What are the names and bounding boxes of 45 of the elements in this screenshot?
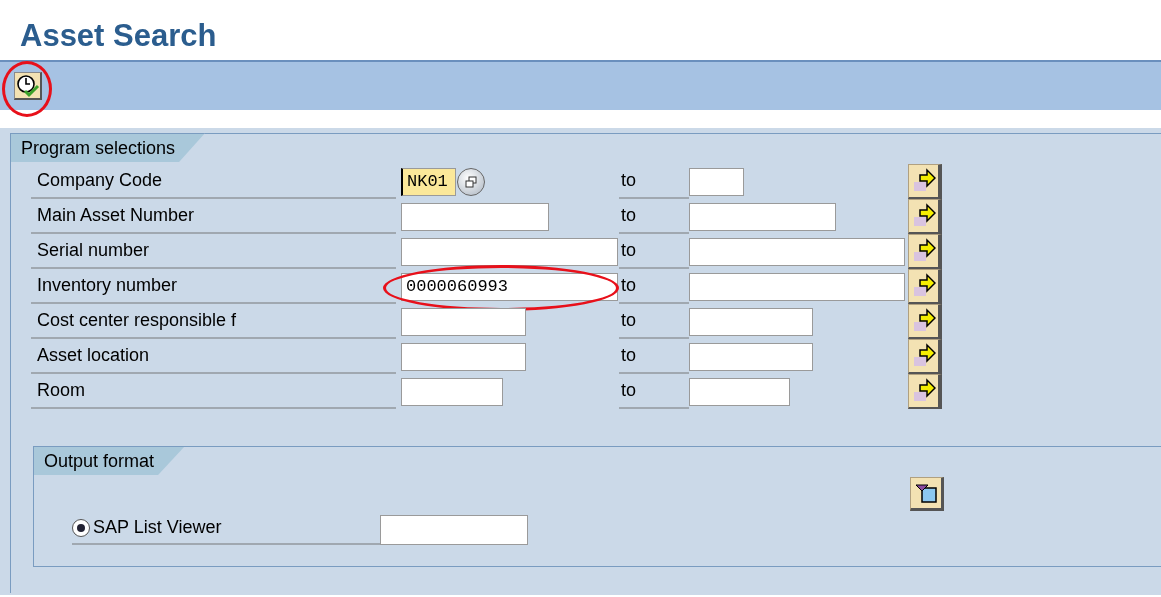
radio-button[interactable] <box>72 518 90 537</box>
input-field[interactable] <box>689 307 813 336</box>
page-title: Asset Search <box>20 18 217 54</box>
multiple-selection-button[interactable] <box>908 199 942 234</box>
input-field[interactable] <box>401 307 526 336</box>
multiple-selection-button[interactable] <box>908 164 942 199</box>
input-field[interactable] <box>689 377 790 406</box>
window-icon <box>914 482 938 504</box>
search-help-button[interactable] <box>457 167 485 196</box>
multiple-selection-button[interactable] <box>908 304 942 339</box>
input-field[interactable] <box>689 272 905 301</box>
input-field[interactable] <box>689 202 836 231</box>
input-field[interactable]: 0000060993 <box>401 272 618 301</box>
field-label: Inventory number <box>31 269 396 304</box>
input-field[interactable] <box>401 237 618 266</box>
input-field[interactable] <box>401 342 526 371</box>
input-field[interactable] <box>401 202 549 231</box>
input-field[interactable] <box>689 237 905 266</box>
layout-button[interactable] <box>910 477 944 511</box>
multiple-selection-button[interactable] <box>908 234 942 269</box>
arrow-icon <box>911 378 936 404</box>
field-label: Company Code <box>31 164 396 199</box>
arrow-icon <box>911 343 936 369</box>
input-field[interactable] <box>380 515 528 545</box>
input-field[interactable] <box>689 167 744 196</box>
arrow-icon <box>911 203 936 229</box>
arrow-icon <box>911 168 936 194</box>
execute-button[interactable] <box>14 72 42 100</box>
input-field[interactable] <box>689 342 813 371</box>
multiple-selection-button[interactable] <box>908 374 942 409</box>
multiple-selection-button[interactable] <box>908 339 942 374</box>
arrow-icon <box>911 308 936 334</box>
field-label: Room <box>31 374 396 409</box>
field-label: Asset location <box>31 339 396 374</box>
arrow-icon <box>911 273 936 299</box>
input-field[interactable] <box>401 377 503 406</box>
option-label: SAP List Viewer <box>93 517 222 538</box>
field-label: Serial number <box>31 234 396 269</box>
multiple-selection-button[interactable] <box>908 269 942 304</box>
field-label: Cost center responsible f <box>31 304 396 339</box>
clock-check-icon <box>15 73 40 98</box>
input-field[interactable]: NK01 <box>401 167 456 196</box>
arrow-icon <box>911 238 936 264</box>
field-label: Main Asset Number <box>31 199 396 234</box>
windows-icon <box>465 175 477 188</box>
